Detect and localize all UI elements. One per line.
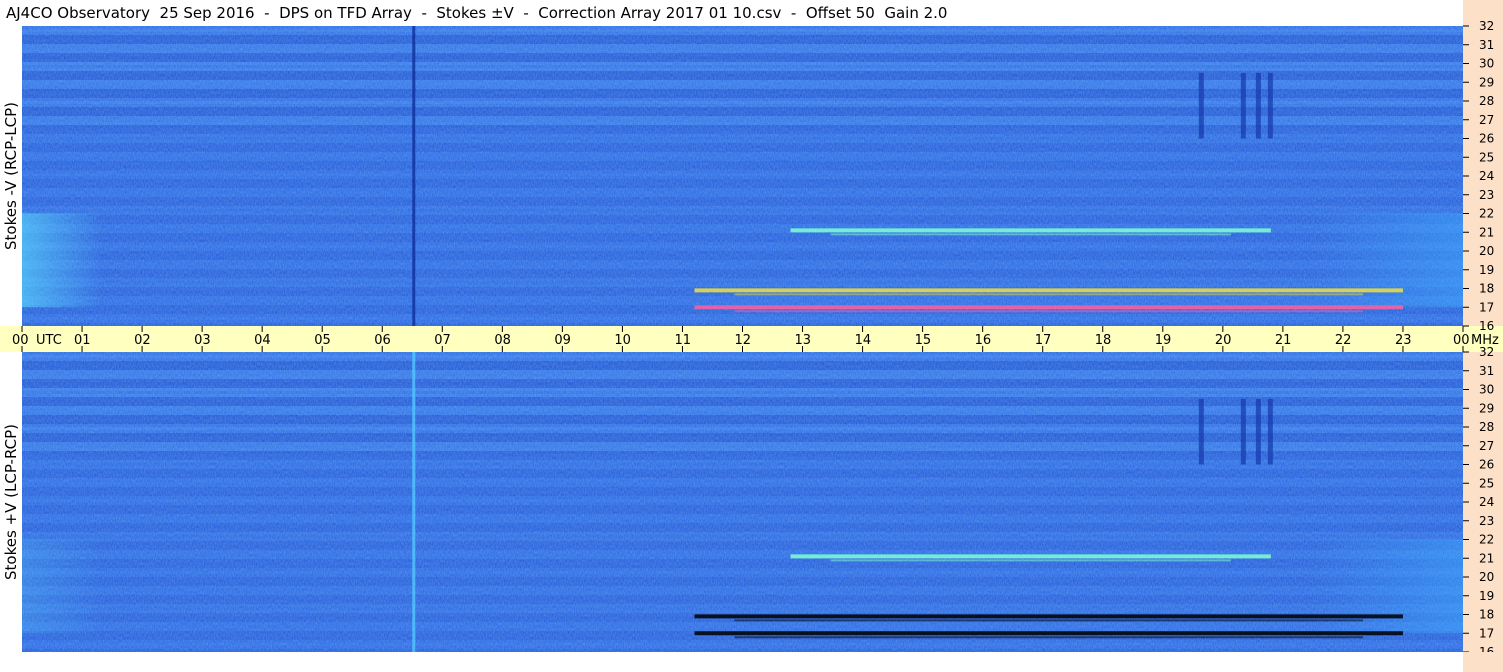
mhz-tick-label: 24	[1479, 495, 1494, 509]
mhz-tick-label: 29	[1479, 401, 1494, 415]
utc-tick-label: 00	[1453, 333, 1470, 348]
mhz-tick-label: 21	[1479, 551, 1494, 565]
mhz-tick-label: 20	[1479, 570, 1494, 584]
mhz-axis-top: 16 17 18 19 20 21 22 23 24 25 26 27 28 29 30 31 32	[1463, 19, 1503, 333]
utc-tick-label: 01	[74, 333, 91, 348]
spectral-feature-line	[790, 554, 1271, 559]
utc-tick-label: 17	[1035, 333, 1052, 348]
heatmap-grain	[22, 26, 1463, 326]
utc-tick-label: 12	[735, 333, 752, 348]
utc-tick-label: 04	[254, 333, 271, 348]
interference-column	[1240, 398, 1246, 465]
spectral-feature-line	[694, 631, 1403, 636]
left-glow	[22, 539, 102, 634]
right-glow	[1312, 213, 1463, 308]
mhz-tick-label: 26	[1479, 132, 1494, 146]
spectrogram-window: AJ4CO Observatory 25 Sep 2016 - DPS on T…	[0, 0, 1503, 672]
utc-tick-label: 06	[374, 333, 391, 348]
spectral-feature-line	[830, 559, 1231, 562]
interference-column	[1240, 72, 1246, 139]
mhz-tick-label: 30	[1479, 57, 1494, 71]
mhz-tick-label: 30	[1479, 383, 1494, 397]
mhz-tick-label: 31	[1479, 364, 1494, 378]
mhz-tick-label: 19	[1479, 263, 1494, 277]
mhz-axis-bottom: 1617181920212223242526272829303132	[1463, 345, 1503, 659]
utc-tick-label: 21	[1275, 333, 1292, 348]
mhz-tick-label: 21	[1479, 225, 1494, 239]
utc-tick-label: 14	[855, 333, 872, 348]
mhz-tick-label: 24	[1479, 169, 1494, 183]
utc-tick-label: 10	[614, 333, 631, 348]
utc-tick-label: 15	[915, 333, 932, 348]
left-glow	[22, 213, 102, 308]
vertical-interference-line	[412, 352, 416, 652]
interference-column	[1267, 398, 1273, 465]
mhz-tick-label: 25	[1479, 476, 1494, 490]
mhz-tick-label: 18	[1479, 608, 1494, 622]
utc-tick-label: 13	[795, 333, 812, 348]
heatmap-panel-bottom	[22, 352, 1463, 652]
interference-column	[1198, 72, 1204, 139]
utc-tick-label: 11	[674, 333, 691, 348]
utc-axis-label: UTC	[36, 333, 62, 348]
mhz-tick-label: 32	[1479, 345, 1494, 359]
spectral-feature-line	[734, 619, 1363, 622]
interference-column	[1255, 398, 1261, 465]
mhz-tick-label: 23	[1479, 514, 1494, 528]
mhz-tick-label: 23	[1479, 188, 1494, 202]
utc-tick-label: 02	[134, 333, 151, 348]
utc-tick-label: 20	[1215, 333, 1232, 348]
mhz-tick-label: 27	[1479, 439, 1494, 453]
mhz-tick-label: 31	[1479, 38, 1494, 52]
spectral-feature-line	[734, 310, 1363, 313]
mhz-tick-label: 28	[1479, 420, 1494, 434]
spectral-feature-line	[734, 293, 1363, 296]
mhz-tick-label: 22	[1479, 533, 1494, 547]
utc-tick-label: 19	[1155, 333, 1172, 348]
bottom-strip	[0, 652, 1463, 672]
interference-column	[1267, 72, 1273, 139]
spectral-feature-line	[694, 288, 1403, 293]
spectral-feature-line	[734, 636, 1363, 639]
utc-tick-label: 22	[1335, 333, 1352, 348]
mhz-tick-label: 20	[1479, 244, 1494, 258]
utc-tick-label: 16	[975, 333, 992, 348]
utc-tick-label: 07	[434, 333, 451, 348]
interference-column	[1198, 398, 1204, 465]
mhz-tick-label: 28	[1479, 94, 1494, 108]
utc-tick-label: 00	[12, 333, 29, 348]
mhz-tick-label: 29	[1479, 75, 1494, 89]
heatmap-grain	[22, 352, 1463, 652]
interference-column	[1255, 72, 1261, 139]
spectrogram-chart: 00 01 02 03 04 05 06 07 08 09 10 11 12 13 14 15 16 17 18 19…	[0, 19, 1503, 659]
utc-tick-label: 08	[494, 333, 511, 348]
spectral-feature-line	[694, 305, 1403, 310]
mhz-tick-label: 26	[1479, 458, 1494, 472]
mhz-tick-label: 27	[1479, 113, 1494, 127]
mhz-tick-label: 17	[1479, 626, 1494, 640]
utc-tick-label: 09	[554, 333, 571, 348]
utc-tick-label: 05	[314, 333, 331, 348]
mhz-tick-label: 22	[1479, 207, 1494, 221]
utc-tick-label: 18	[1095, 333, 1112, 348]
spectral-feature-line	[790, 228, 1271, 233]
mhz-tick-label: 16	[1479, 319, 1494, 333]
mhz-tick-label: 19	[1479, 589, 1494, 603]
vertical-interference-line	[412, 26, 416, 326]
mhz-tick-label: 17	[1479, 300, 1494, 314]
mhz-tick-label: 25	[1479, 150, 1494, 164]
spectral-feature-line	[830, 233, 1231, 236]
utc-axis-strip: 00 01 02 03 04 05 06 07 08 09 10 11 12 13 14 15 16 17 18 19…	[0, 326, 1503, 352]
axis-panel-bottom	[1463, 652, 1503, 672]
utc-tick-label: 23	[1395, 333, 1412, 348]
heatmap-panel-top	[22, 26, 1463, 326]
mhz-tick-label: 18	[1479, 282, 1494, 296]
right-glow	[1312, 539, 1463, 634]
spectral-feature-line	[694, 614, 1403, 619]
mhz-tick-label: 32	[1479, 19, 1494, 33]
utc-tick-label: 03	[194, 333, 211, 348]
